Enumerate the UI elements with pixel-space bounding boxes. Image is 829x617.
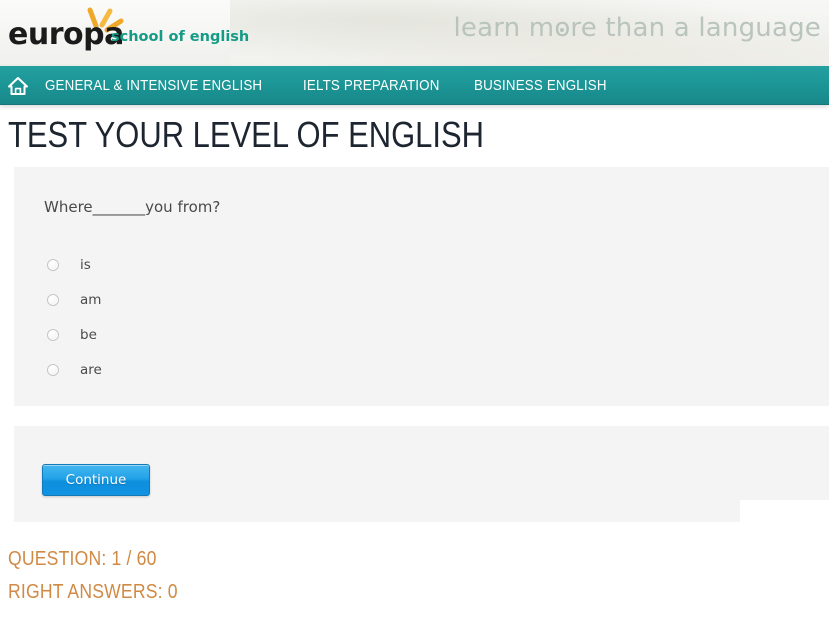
actions-panel: Continue xyxy=(14,426,829,522)
logo-tagline: school of english xyxy=(111,29,250,45)
home-icon[interactable] xyxy=(5,73,31,99)
logo-wordmark: europa xyxy=(8,17,124,52)
question-text: Where_______you from? xyxy=(44,198,221,216)
slogan-part-2: re than a language xyxy=(570,13,821,43)
option-label-is: is xyxy=(80,256,91,273)
option-row-are[interactable]: are xyxy=(47,352,102,387)
option-row-am[interactable]: am xyxy=(47,282,102,317)
main-navigation: GENERAL & INTENSIVE ENGLISH IELTS PREPAR… xyxy=(0,66,829,105)
answer-options: is am be are xyxy=(47,247,102,387)
nav-item-general-intensive-english[interactable]: GENERAL & INTENSIVE ENGLISH xyxy=(45,78,262,94)
nav-item-business-english[interactable]: BUSINESS ENGLISH xyxy=(474,78,607,94)
question-panel: Where_______you from? is am be are xyxy=(14,167,829,406)
quiz-status: QUESTION: 1 / 60 RIGHT ANSWERS: 0 xyxy=(8,543,201,609)
option-row-is[interactable]: is xyxy=(47,247,102,282)
radio-button-am[interactable] xyxy=(47,293,59,306)
slogan-part-1: learn m xyxy=(453,13,555,43)
radio-button-is[interactable] xyxy=(47,258,59,271)
nav-item-ielts-preparation[interactable]: IELTS PREPARATION xyxy=(303,78,440,94)
site-header: europa school of english learn more than… xyxy=(0,0,829,66)
radio-button-are[interactable] xyxy=(47,363,59,376)
panel-corner-notch xyxy=(740,500,829,522)
option-label-am: am xyxy=(80,291,102,308)
option-label-be: be xyxy=(80,326,97,343)
radio-button-be[interactable] xyxy=(47,328,59,341)
page-title: TEST YOUR LEVEL OF ENGLISH xyxy=(8,114,485,155)
slogan-o-dot: o xyxy=(554,13,571,43)
logo[interactable]: europa school of english xyxy=(8,7,250,60)
option-label-are: are xyxy=(80,361,102,378)
question-counter: QUESTION: 1 / 60 xyxy=(8,548,157,570)
header-slogan: learn more than a language xyxy=(453,13,821,43)
option-row-be[interactable]: be xyxy=(47,317,102,352)
right-answers-counter: RIGHT ANSWERS: 0 xyxy=(8,581,178,603)
continue-button[interactable]: Continue xyxy=(42,464,150,496)
